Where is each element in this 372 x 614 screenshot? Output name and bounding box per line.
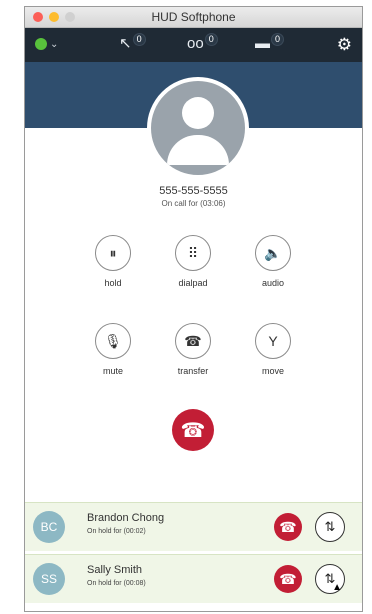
dialpad-control[interactable]: ⠿ dialpad — [163, 235, 223, 288]
call-duration: On call for (03:06) — [161, 199, 226, 208]
held-call-hangup-button[interactable]: ☎ — [274, 565, 302, 593]
mute-control[interactable]: 🎙 mute — [83, 323, 143, 376]
presence-dot-icon — [35, 38, 47, 50]
held-call-resume-button[interactable]: ⇅ ▲ — [315, 564, 345, 594]
speaker-icon[interactable]: 🔈 — [255, 235, 291, 271]
missed-calls-button[interactable]: ↖ 0 — [119, 33, 146, 53]
dialpad-icon[interactable]: ⠿ — [175, 235, 211, 271]
held-call-duration: On hold for (00:02) — [87, 528, 146, 535]
hangup-button[interactable]: ☎ — [172, 409, 214, 451]
move-control[interactable]: Y move — [243, 323, 303, 376]
held-call-avatar: BC — [33, 511, 65, 543]
held-call-hangup-button[interactable]: ☎ — [274, 513, 302, 541]
window-title: HUD Softphone — [151, 10, 236, 24]
chevron-down-icon: ⌄ — [50, 38, 59, 50]
caller-number: 555-555-5555 — [159, 185, 228, 197]
audio-control[interactable]: 🔈 audio — [243, 235, 303, 288]
presence-status-selector[interactable]: ⌄ — [35, 38, 58, 50]
mouse-cursor-icon: ▲ — [332, 582, 342, 593]
transfer-label: transfer — [177, 366, 209, 376]
missed-calls-icon: ↖ — [119, 35, 132, 52]
caller-avatar — [147, 77, 249, 179]
held-call-duration: On hold for (00:08) — [87, 580, 146, 587]
gear-icon[interactable]: ⚙ — [337, 35, 352, 55]
softphone-window: HUD Softphone ⌄ ↖ 0 oo 0 ▬ 0 ⚙ 555-555-5… — [24, 6, 363, 612]
pause-icon[interactable]: ⏸ — [95, 235, 131, 271]
audio-label: audio — [261, 278, 285, 288]
voicemail-button[interactable]: oo 0 — [187, 33, 218, 53]
microphone-icon[interactable]: 🎙 — [95, 323, 131, 359]
chat-button[interactable]: ▬ 0 — [255, 33, 285, 53]
chat-icon: ▬ — [255, 35, 270, 52]
person-icon — [182, 97, 214, 129]
phone-hangup-icon: ☎ — [180, 419, 206, 442]
held-call-name: Sally Smith — [87, 564, 143, 576]
held-call-row[interactable]: SS Sally Smith On hold for (00:08) ☎ ⇅ ▲ — [25, 554, 362, 603]
held-call-row[interactable]: BC Brandon Chong On hold for (00:02) ☎ ⇅ — [25, 502, 362, 551]
transfer-control[interactable]: ☎ transfer — [163, 323, 223, 376]
move-label: move — [261, 366, 284, 376]
move-icon[interactable]: Y — [255, 323, 291, 359]
mute-label: mute — [102, 366, 123, 376]
transfer-icon[interactable]: ☎ — [175, 323, 211, 359]
hold-control[interactable]: ⏸ hold — [83, 235, 143, 288]
chat-count: 0 — [271, 33, 285, 46]
held-call-name: Brandon Chong — [87, 512, 165, 524]
top-toolbar: ⌄ ↖ 0 oo 0 ▬ 0 ⚙ — [25, 28, 362, 62]
held-call-avatar: SS — [33, 563, 65, 595]
voicemail-icon: oo — [187, 35, 204, 52]
hold-label: hold — [104, 278, 122, 288]
title-bar: HUD Softphone — [25, 7, 362, 28]
dialpad-label: dialpad — [178, 278, 208, 288]
voicemail-count: 0 — [204, 33, 218, 46]
missed-calls-count: 0 — [132, 33, 146, 46]
held-call-resume-button[interactable]: ⇅ — [315, 512, 345, 542]
